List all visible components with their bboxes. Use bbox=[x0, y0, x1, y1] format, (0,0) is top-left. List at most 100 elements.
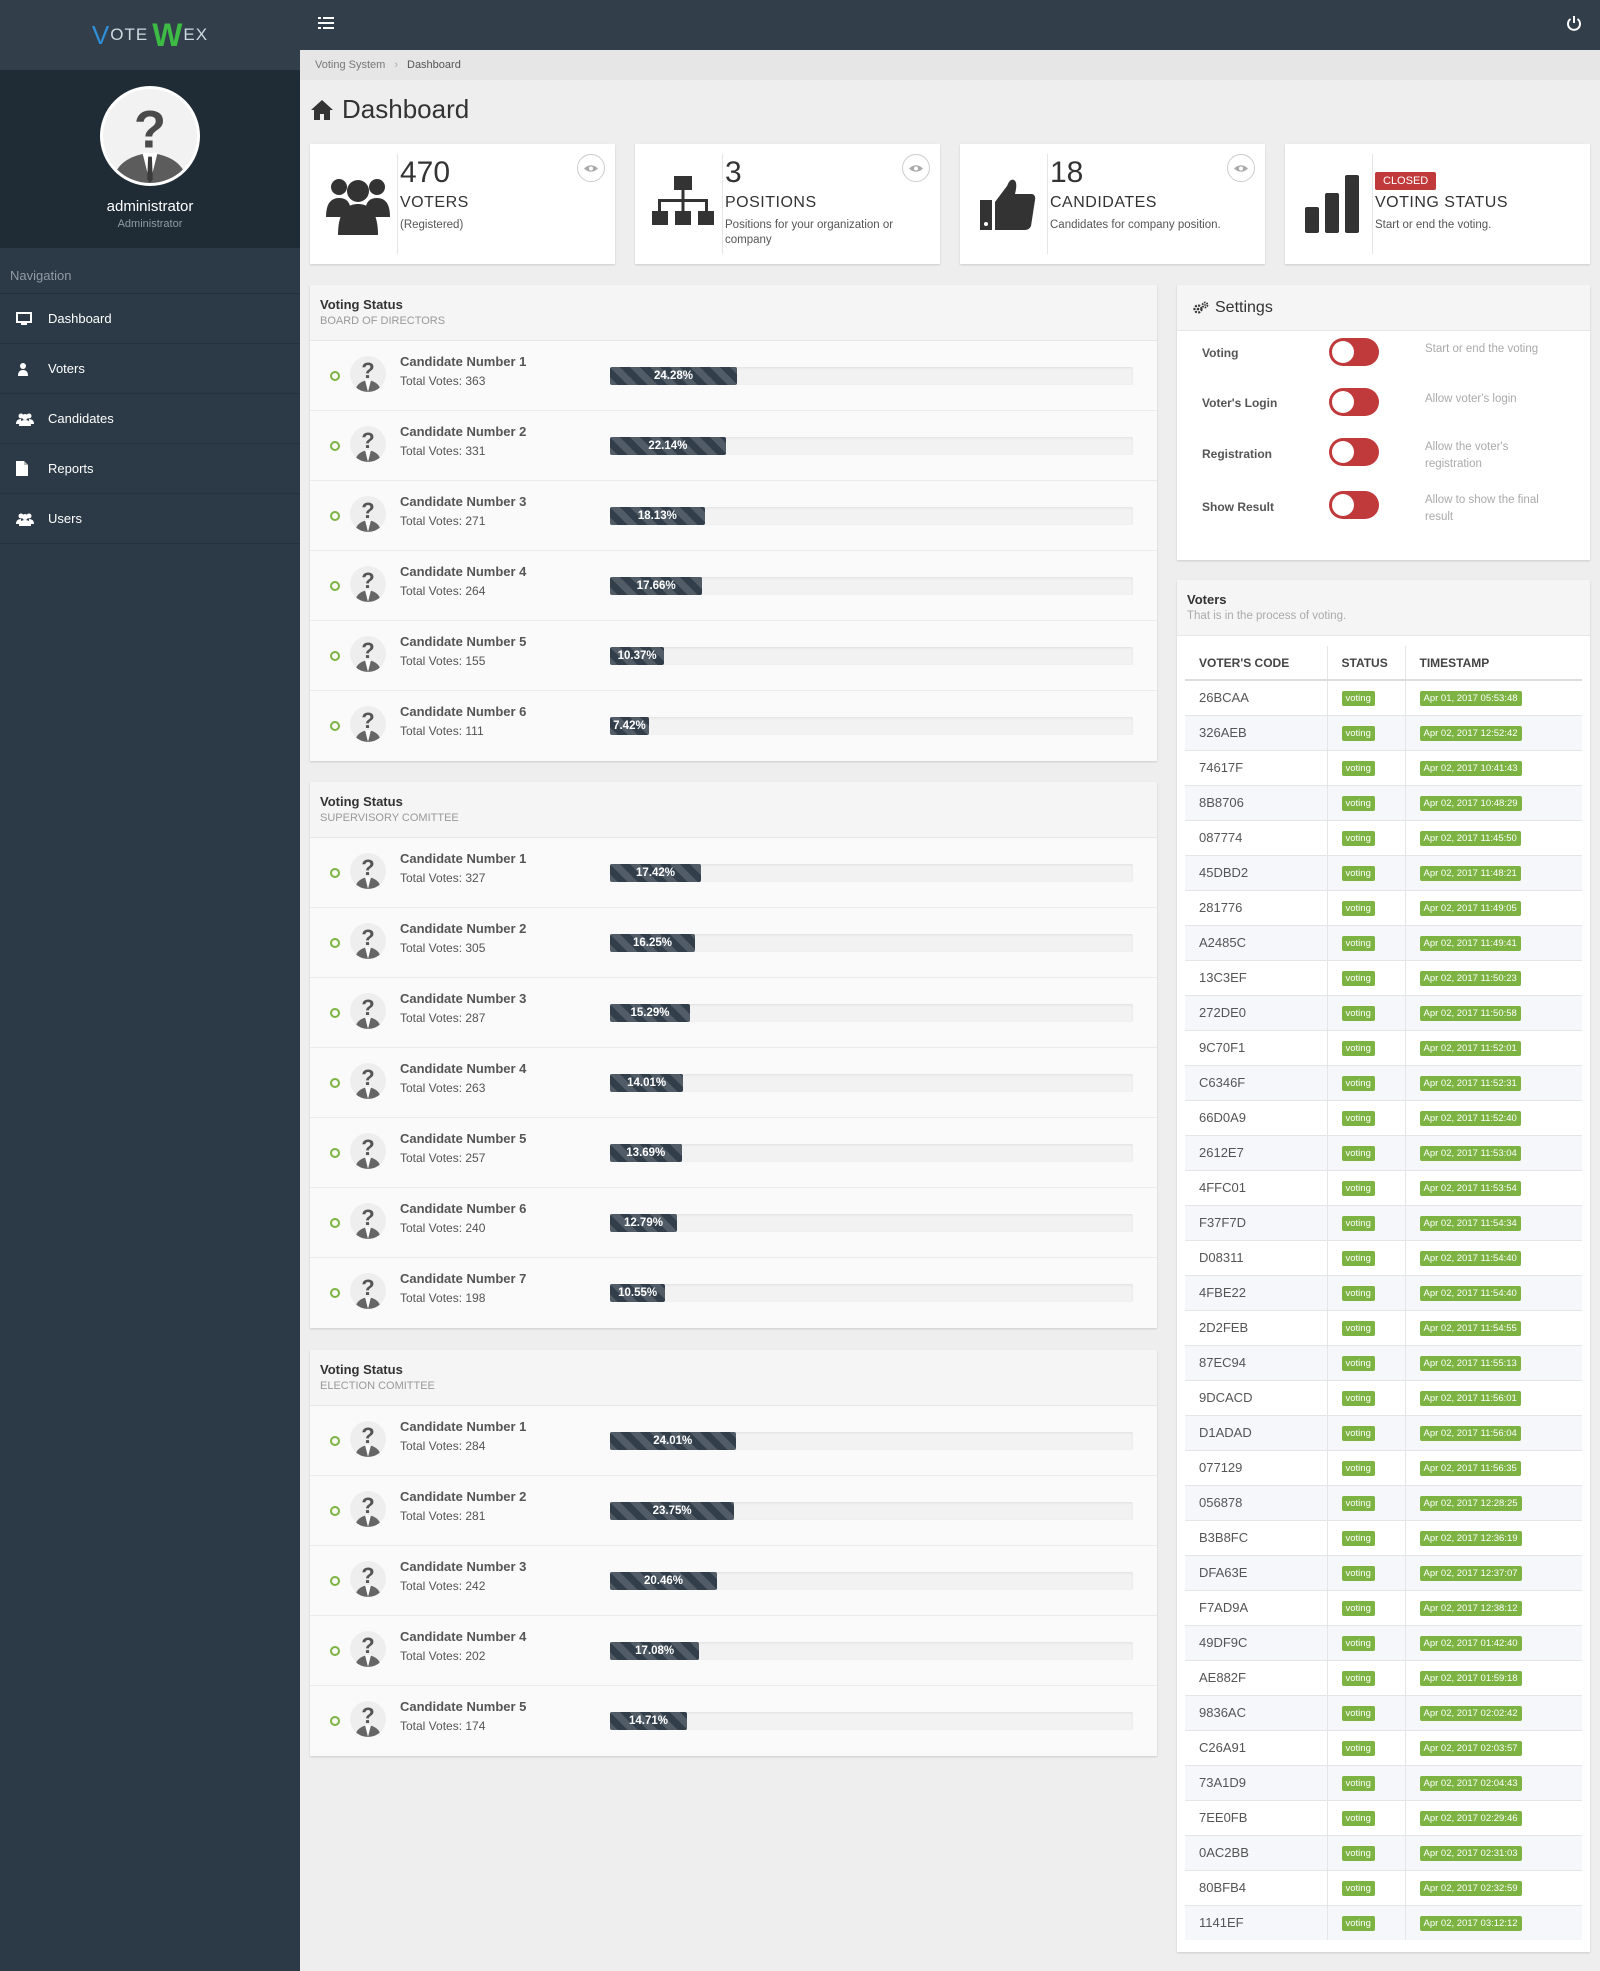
table-row[interactable]: 0AC2BB voting Apr 02, 2017 02:31:03 bbox=[1185, 1834, 1582, 1870]
table-row[interactable]: 1141EF voting Apr 02, 2017 03:12:12 bbox=[1185, 1904, 1582, 1940]
setting-toggle[interactable] bbox=[1329, 388, 1379, 416]
table-row[interactable]: AE882F voting Apr 02, 2017 01:59:18 bbox=[1185, 1659, 1582, 1695]
column-header-status[interactable]: STATUS bbox=[1326, 646, 1405, 681]
table-row[interactable]: 087774 voting Apr 02, 2017 11:45:50 bbox=[1185, 819, 1582, 855]
table-row[interactable]: 7EE0FB voting Apr 02, 2017 02:29:46 bbox=[1185, 1799, 1582, 1835]
vote-progress-fill: 18.13% bbox=[610, 507, 705, 525]
table-row[interactable]: 8B8706 voting Apr 02, 2017 10:48:29 bbox=[1185, 784, 1582, 820]
setting-row: Show Result Allow to show the final resul… bbox=[1177, 488, 1590, 538]
voter-code: 73A1D9 bbox=[1185, 1764, 1327, 1800]
view-eye-icon[interactable] bbox=[1227, 154, 1255, 182]
table-row[interactable]: 49DF9C voting Apr 02, 2017 01:42:40 bbox=[1185, 1624, 1582, 1660]
table-row[interactable]: 66D0A9 voting Apr 02, 2017 11:52:40 bbox=[1185, 1099, 1582, 1135]
voter-timestamp-cell: Apr 02, 2017 11:45:50 bbox=[1404, 819, 1582, 855]
vote-progress-bar: 10.37% bbox=[610, 647, 1133, 665]
table-row[interactable]: A2485C voting Apr 02, 2017 11:49:41 bbox=[1185, 924, 1582, 960]
table-row[interactable]: 13C3EF voting Apr 02, 2017 11:50:23 bbox=[1185, 959, 1582, 995]
table-row[interactable]: F7AD9A voting Apr 02, 2017 12:38:12 bbox=[1185, 1589, 1582, 1625]
status-label: voting bbox=[1341, 1881, 1375, 1896]
table-row[interactable]: 9DCACD voting Apr 02, 2017 11:56:01 bbox=[1185, 1379, 1582, 1415]
setting-toggle[interactable] bbox=[1329, 338, 1379, 366]
setting-hint: Allow to show the final result bbox=[1425, 494, 1539, 523]
voter-status-cell: voting bbox=[1326, 889, 1405, 925]
vote-progress-bar: 24.28% bbox=[610, 367, 1133, 385]
menu-toggle-icon[interactable] bbox=[318, 16, 334, 33]
table-row[interactable]: DFA63E voting Apr 02, 2017 12:37:07 bbox=[1185, 1554, 1582, 1590]
voter-timestamp-cell: Apr 02, 2017 12:38:12 bbox=[1404, 1589, 1582, 1625]
setting-label: Voter's Login bbox=[1202, 396, 1278, 410]
status-dot-icon bbox=[330, 1078, 340, 1088]
vote-progress-fill: 24.01% bbox=[610, 1432, 736, 1450]
table-row[interactable]: F37F7D voting Apr 02, 2017 11:54:34 bbox=[1185, 1204, 1582, 1240]
status-dot-icon bbox=[330, 1716, 340, 1726]
voter-timestamp-cell: Apr 02, 2017 11:54:40 bbox=[1404, 1239, 1582, 1275]
setting-toggle[interactable] bbox=[1329, 438, 1379, 466]
column-header-timestamp[interactable]: TIMESTAMP bbox=[1404, 646, 1582, 681]
table-row[interactable]: 73A1D9 voting Apr 02, 2017 02:04:43 bbox=[1185, 1764, 1582, 1800]
status-label: voting bbox=[1341, 761, 1375, 776]
timestamp-label: Apr 02, 2017 11:50:23 bbox=[1419, 971, 1521, 986]
breadcrumb-root[interactable]: Voting System bbox=[315, 59, 385, 71]
table-row[interactable]: 26BCAA voting Apr 01, 2017 05:53:48 bbox=[1185, 679, 1582, 715]
vote-progress-bar: 17.08% bbox=[610, 1642, 1133, 1660]
sidebar-item-candidates[interactable]: Candidates bbox=[0, 394, 300, 444]
table-row[interactable]: 326AEB voting Apr 02, 2017 12:52:42 bbox=[1185, 714, 1582, 750]
voter-timestamp-cell: Apr 02, 2017 11:50:58 bbox=[1404, 994, 1582, 1030]
table-row[interactable]: D1ADAD voting Apr 02, 2017 11:56:04 bbox=[1185, 1414, 1582, 1450]
brand-text-ex: EX bbox=[183, 25, 209, 44]
voter-status-cell: voting bbox=[1326, 1309, 1405, 1345]
candidate-total-votes: Total Votes: 242 bbox=[400, 1579, 486, 1593]
candidate-avatar: ? bbox=[350, 853, 386, 889]
avatar[interactable]: ? bbox=[100, 86, 200, 186]
table-row[interactable]: 80BFB4 voting Apr 02, 2017 02:32:59 bbox=[1185, 1869, 1582, 1905]
brand-logo[interactable]: V OTE W EX bbox=[0, 0, 300, 70]
table-row[interactable]: D08311 voting Apr 02, 2017 11:54:40 bbox=[1185, 1239, 1582, 1275]
sidebar-item-voters[interactable]: Voters bbox=[0, 344, 300, 394]
table-row[interactable]: 87EC94 voting Apr 02, 2017 11:55:13 bbox=[1185, 1344, 1582, 1380]
status-label: voting bbox=[1341, 796, 1375, 811]
table-row[interactable]: 281776 voting Apr 02, 2017 11:49:05 bbox=[1185, 889, 1582, 925]
table-row[interactable]: 9836AC voting Apr 02, 2017 02:02:42 bbox=[1185, 1694, 1582, 1730]
table-row[interactable]: 45DBD2 voting Apr 02, 2017 11:48:21 bbox=[1185, 854, 1582, 890]
voter-timestamp-cell: Apr 02, 2017 11:48:21 bbox=[1404, 854, 1582, 890]
table-row[interactable]: C6346F voting Apr 02, 2017 11:52:31 bbox=[1185, 1064, 1582, 1100]
table-row[interactable]: 2D2FEB voting Apr 02, 2017 11:54:55 bbox=[1185, 1309, 1582, 1345]
view-eye-icon[interactable] bbox=[902, 154, 930, 182]
stat-title: VOTING STATUS bbox=[1375, 194, 1509, 211]
profile-name: administrator bbox=[106, 198, 194, 215]
bar-chart-icon bbox=[1293, 154, 1373, 254]
status-label: voting bbox=[1341, 1041, 1375, 1056]
candidate-total-votes: Total Votes: 257 bbox=[400, 1151, 486, 1165]
view-eye-icon[interactable] bbox=[577, 154, 605, 182]
voter-timestamp-cell: Apr 02, 2017 02:03:57 bbox=[1404, 1729, 1582, 1765]
sidebar-item-users[interactable]: Users bbox=[0, 494, 300, 544]
voter-timestamp-cell: Apr 02, 2017 11:49:05 bbox=[1404, 889, 1582, 925]
table-row[interactable]: 077129 voting Apr 02, 2017 11:56:35 bbox=[1185, 1449, 1582, 1485]
vote-progress-bar: 7.42% bbox=[610, 717, 1133, 735]
vote-progress-bar: 15.29% bbox=[610, 1004, 1133, 1022]
timestamp-label: Apr 02, 2017 10:41:43 bbox=[1419, 761, 1522, 776]
table-row[interactable]: B3B8FC voting Apr 02, 2017 12:36:19 bbox=[1185, 1519, 1582, 1555]
voter-status-cell: voting bbox=[1326, 819, 1405, 855]
voter-code: D1ADAD bbox=[1185, 1414, 1327, 1450]
home-icon bbox=[311, 99, 333, 120]
sidebar-item-dashboard[interactable]: Dashboard bbox=[0, 294, 300, 344]
table-row[interactable]: 4FFC01 voting Apr 02, 2017 11:53:54 bbox=[1185, 1169, 1582, 1205]
table-row[interactable]: 056878 voting Apr 02, 2017 12:28:25 bbox=[1185, 1484, 1582, 1520]
setting-hint: Allow the voter's registration bbox=[1425, 441, 1509, 470]
users-icon bbox=[16, 512, 46, 526]
table-row[interactable]: 272DE0 voting Apr 02, 2017 11:50:58 bbox=[1185, 994, 1582, 1030]
table-row[interactable]: 4FBE22 voting Apr 02, 2017 11:54:40 bbox=[1185, 1274, 1582, 1310]
sidebar-item-reports[interactable]: Reports bbox=[0, 444, 300, 494]
table-row[interactable]: 2612E7 voting Apr 02, 2017 11:53:04 bbox=[1185, 1134, 1582, 1170]
table-row[interactable]: 74617F voting Apr 02, 2017 10:41:43 bbox=[1185, 749, 1582, 785]
column-header-code[interactable]: VOTER'S CODE bbox=[1185, 646, 1327, 681]
vote-progress-fill: 20.46% bbox=[610, 1572, 717, 1590]
power-icon[interactable] bbox=[1566, 15, 1582, 34]
setting-toggle[interactable] bbox=[1329, 491, 1379, 519]
candidate-row: ? Candidate Number 4 Total Votes: 202 17.08… bbox=[310, 1616, 1157, 1686]
table-row[interactable]: 9C70F1 voting Apr 02, 2017 11:52:01 bbox=[1185, 1029, 1582, 1065]
table-row[interactable]: C26A91 voting Apr 02, 2017 02:03:57 bbox=[1185, 1729, 1582, 1765]
voter-code: F7AD9A bbox=[1185, 1589, 1327, 1625]
timestamp-label: Apr 02, 2017 11:56:01 bbox=[1419, 1391, 1521, 1406]
